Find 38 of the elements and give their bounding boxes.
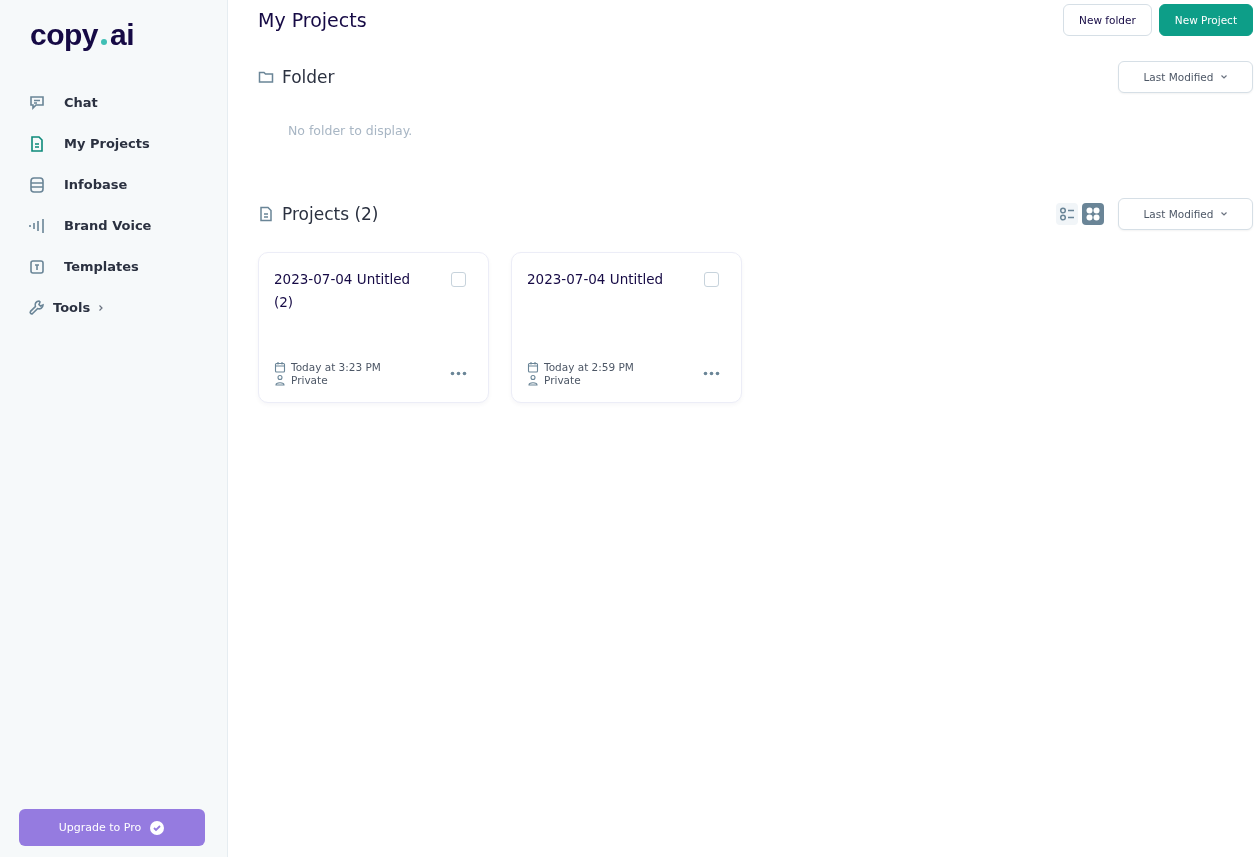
visibility-label: Private xyxy=(291,374,328,386)
user-icon xyxy=(527,374,539,386)
new-folder-button[interactable]: New folder xyxy=(1063,4,1152,36)
project-title: 2023-07-04 Untitled xyxy=(527,270,664,289)
user-icon xyxy=(274,374,286,386)
section-title: Projects (2) xyxy=(282,204,379,224)
modified-time: Today at 3:23 PM xyxy=(291,361,381,373)
calendar-icon xyxy=(527,361,539,373)
section-title: Folder xyxy=(282,67,335,87)
sidebar-item[interactable]: Chat xyxy=(28,82,227,123)
more-options-button[interactable] xyxy=(450,371,467,376)
folder-icon xyxy=(258,69,274,85)
project-title: 2023-07-04 Untitled (2) xyxy=(274,270,412,312)
modified-time: Today at 2:59 PM xyxy=(544,361,634,373)
document-icon xyxy=(258,206,274,222)
select-checkbox[interactable] xyxy=(451,272,466,287)
grid-view-button[interactable] xyxy=(1082,203,1104,225)
sort-dropdown[interactable]: Last Modified xyxy=(1118,198,1253,230)
sidebar-item-label: Tools xyxy=(53,300,91,315)
select-checkbox[interactable] xyxy=(704,272,719,287)
sidebar-item[interactable]: Tools xyxy=(28,287,227,328)
sort-dropdown[interactable]: Last Modified xyxy=(1118,61,1253,93)
project-card[interactable]: 2023-07-04 Untitled (2) Today at 3:23 PM Private xyxy=(258,252,489,403)
calendar-icon xyxy=(274,361,286,373)
logo[interactable]: copy ai xyxy=(0,18,227,52)
sidebar-item[interactable]: Templates xyxy=(28,246,227,287)
sidebar-item[interactable]: Infobase xyxy=(28,164,227,205)
visibility-label: Private xyxy=(544,374,581,386)
sidebar-item[interactable]: My Projects xyxy=(28,123,227,164)
chevron-down-icon xyxy=(1219,73,1228,81)
page-title: My Projects xyxy=(258,9,367,31)
empty-message: No folder to display. xyxy=(288,123,414,138)
project-card[interactable]: 2023-07-04 Untitled Today at 2:59 PM Private xyxy=(511,252,742,403)
chevron-down-icon xyxy=(1219,210,1228,218)
sidebar-item[interactable]: Brand Voice xyxy=(28,205,227,246)
more-options-button[interactable] xyxy=(703,371,720,376)
verified-badge-icon xyxy=(149,819,166,836)
list-view-button[interactable] xyxy=(1056,203,1078,225)
